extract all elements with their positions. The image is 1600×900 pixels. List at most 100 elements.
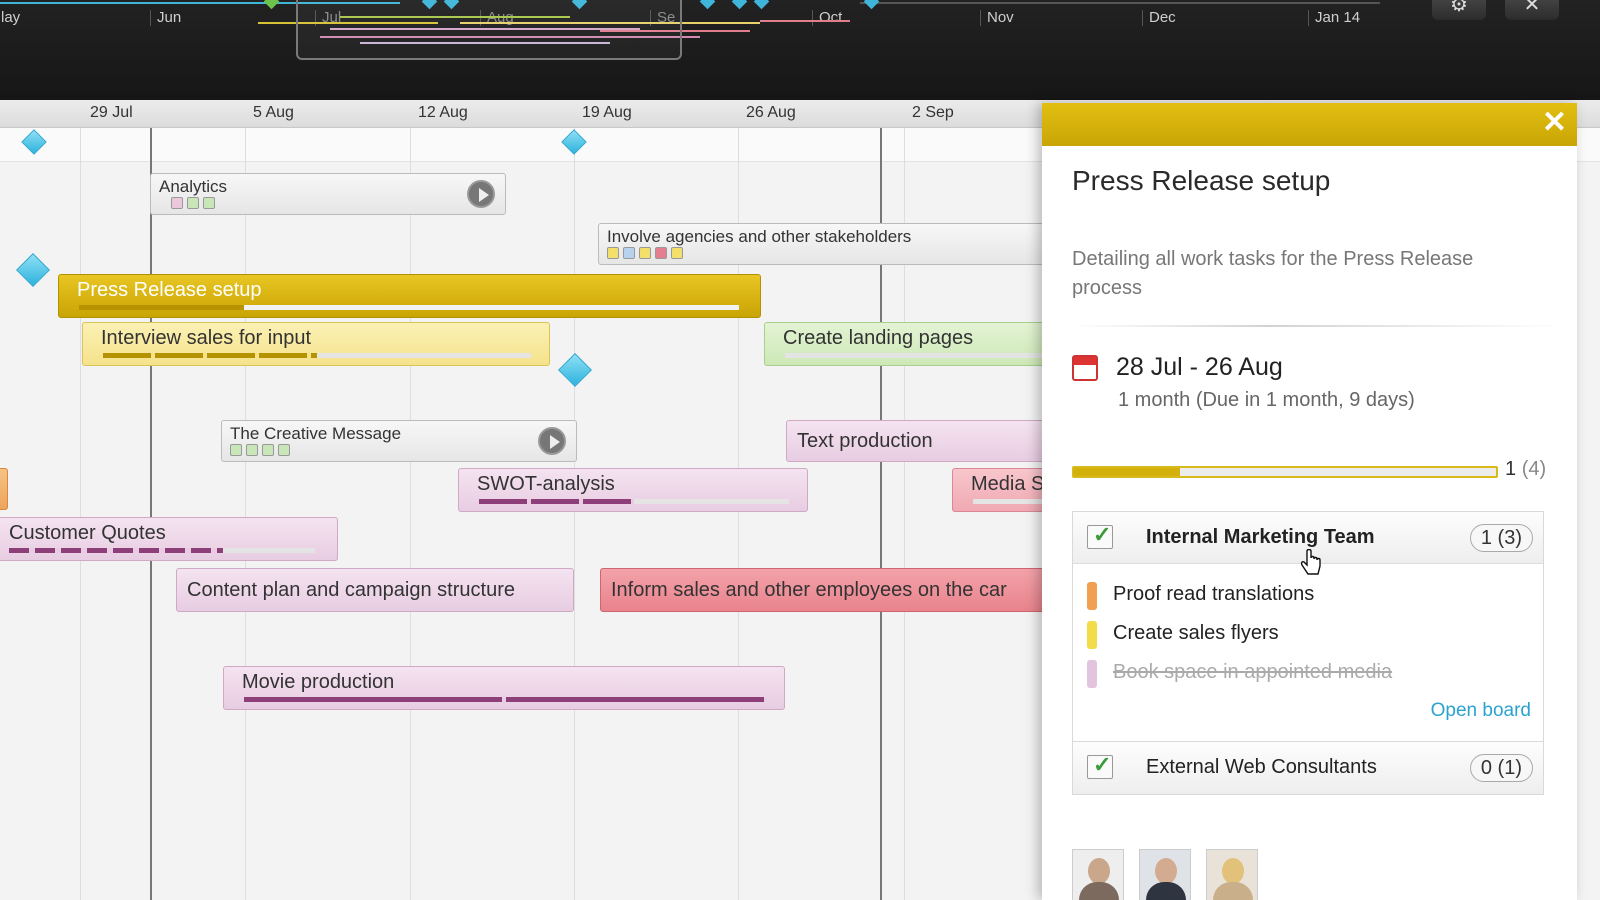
date-label: 5 Aug bbox=[253, 104, 294, 121]
panel-progress-count: 1 (4) bbox=[1505, 458, 1546, 481]
close-icon: ✕ bbox=[1523, 0, 1541, 16]
task-label: Inform sales and other employees on the … bbox=[611, 579, 1007, 601]
subtask-square bbox=[230, 444, 242, 456]
avatar-body bbox=[1146, 882, 1186, 900]
subtask-square bbox=[171, 197, 183, 209]
overview-viewport-handle[interactable] bbox=[296, 0, 682, 60]
team-task-label: Create sales flyers bbox=[1113, 622, 1279, 644]
overview-strip[interactable]: lay Jun Jul Aug Se Oct Nov Dec Jan 14 ⚙ … bbox=[0, 0, 1600, 100]
task-bar-press-release-setup[interactable]: Press Release setup bbox=[58, 274, 761, 318]
overview-month: Oct bbox=[812, 10, 842, 26]
overview-milestone-icon bbox=[263, 0, 280, 10]
task-bar-customer-quotes[interactable]: Customer Quotes bbox=[0, 517, 338, 561]
overview-milestone-icon bbox=[731, 0, 748, 10]
overview-milestone-icon bbox=[863, 0, 880, 10]
team-card-external-web: External Web Consultants 0 (1) bbox=[1072, 741, 1544, 795]
task-progress-fill bbox=[79, 305, 244, 310]
date-label: 29 Jul bbox=[90, 104, 133, 121]
subtask-square bbox=[246, 444, 258, 456]
team-task-label-completed: Book space in appointed media bbox=[1113, 661, 1393, 683]
task-progress bbox=[79, 305, 739, 310]
task-label: Movie production bbox=[242, 671, 395, 693]
task-color-marker bbox=[1087, 621, 1097, 649]
task-bar-media[interactable]: Media S bbox=[952, 468, 1063, 512]
play-icon[interactable] bbox=[467, 180, 495, 208]
task-bar-interview-sales[interactable]: Interview sales for input bbox=[82, 322, 550, 366]
task-bar-inform-sales[interactable]: Inform sales and other employees on the … bbox=[600, 568, 1056, 612]
gridline bbox=[574, 128, 575, 900]
overview-track bbox=[860, 2, 1380, 4]
task-label: Media S bbox=[971, 473, 1045, 495]
gridline bbox=[245, 128, 246, 900]
task-bar-text-production[interactable]: Text production bbox=[786, 420, 1056, 462]
milestone-diamond-icon[interactable] bbox=[16, 253, 50, 287]
avatar[interactable] bbox=[1072, 849, 1124, 900]
close-icon: ✕ bbox=[1541, 106, 1567, 139]
close-panel-button[interactable]: ✕ bbox=[1542, 107, 1567, 139]
team-header[interactable]: External Web Consultants 0 (1) bbox=[1073, 742, 1543, 794]
overview-month: Dec bbox=[1142, 10, 1176, 26]
overview-milestone-icon bbox=[753, 0, 770, 10]
open-board-link[interactable]: Open board bbox=[1431, 700, 1531, 722]
checklist-icon bbox=[1087, 752, 1113, 779]
task-bar-creative-message[interactable]: The Creative Message bbox=[221, 420, 577, 462]
gridline bbox=[410, 128, 411, 900]
task-progress-fill bbox=[244, 697, 766, 702]
panel-dates: 28 Jul - 26 Aug bbox=[1116, 353, 1283, 381]
today-line bbox=[150, 128, 152, 900]
panel-description: Detailing all work tasks for the Press R… bbox=[1072, 248, 1474, 299]
avatar[interactable] bbox=[1206, 849, 1258, 900]
team-name: External Web Consultants bbox=[1146, 756, 1377, 778]
avatar-head bbox=[1155, 858, 1177, 884]
team-task-label: Proof read translations bbox=[1113, 583, 1315, 605]
subtask-square bbox=[262, 444, 274, 456]
date-label: 19 Aug bbox=[582, 104, 632, 121]
team-task-badge: 0 (1) bbox=[1469, 754, 1533, 782]
settings-button[interactable]: ⚙ bbox=[1432, 0, 1486, 20]
overview-mini-bar bbox=[760, 20, 850, 22]
panel-header: ✕ bbox=[1042, 103, 1577, 146]
task-bar-content-plan[interactable]: Content plan and campaign structure bbox=[176, 568, 574, 612]
task-progress bbox=[479, 499, 789, 504]
task-bar-analytics[interactable]: Analytics bbox=[150, 173, 506, 215]
task-progress-fill bbox=[9, 548, 224, 553]
task-label: Text production bbox=[797, 430, 933, 452]
date-label: 12 Aug bbox=[418, 104, 468, 121]
panel-duration: 1 month (Due in 1 month, 9 days) bbox=[1118, 389, 1415, 411]
subtask-square bbox=[278, 444, 290, 456]
task-bar-offscreen[interactable] bbox=[0, 468, 8, 510]
task-progress bbox=[9, 548, 315, 553]
overview-month: Nov bbox=[980, 10, 1014, 26]
avatar-head bbox=[1222, 858, 1244, 884]
panel-divider bbox=[1072, 325, 1562, 327]
task-bar-create-landing-pages[interactable]: Create landing pages bbox=[764, 322, 1055, 366]
subtask-square bbox=[607, 247, 619, 259]
checklist-icon bbox=[1087, 522, 1113, 549]
hand-cursor-icon bbox=[1300, 549, 1321, 575]
subtask-squares bbox=[230, 444, 290, 456]
play-icon[interactable] bbox=[538, 427, 566, 455]
task-color-marker bbox=[1087, 660, 1097, 688]
task-color-marker bbox=[1087, 582, 1097, 610]
task-progress bbox=[103, 353, 531, 358]
panel-title: Press Release setup bbox=[1072, 165, 1331, 196]
task-progress bbox=[244, 697, 766, 702]
task-bar-swot-analysis[interactable]: SWOT-analysis bbox=[458, 468, 808, 512]
avatar[interactable] bbox=[1139, 849, 1191, 900]
task-label: Press Release setup bbox=[77, 279, 262, 301]
avatar-head bbox=[1088, 858, 1110, 884]
task-label: Customer Quotes bbox=[9, 522, 166, 544]
task-bar-movie-production[interactable]: Movie production bbox=[223, 666, 785, 710]
avatar-body bbox=[1079, 882, 1119, 900]
milestone-diamond-icon[interactable] bbox=[558, 353, 592, 387]
task-progress bbox=[785, 353, 1055, 358]
subtask-squares bbox=[607, 247, 683, 259]
task-label: Content plan and campaign structure bbox=[187, 579, 515, 601]
close-overview-button[interactable]: ✕ bbox=[1505, 0, 1559, 20]
task-bar-involve-agencies[interactable]: Involve agencies and other stakeholders bbox=[598, 223, 1048, 265]
team-card-internal-marketing: Internal Marketing Team 1 (3) Proof read… bbox=[1072, 511, 1544, 745]
progress-total: (4) bbox=[1521, 458, 1547, 480]
task-progress-fill bbox=[103, 353, 317, 358]
task-label: Interview sales for input bbox=[101, 327, 312, 349]
subtask-squares bbox=[171, 197, 215, 209]
